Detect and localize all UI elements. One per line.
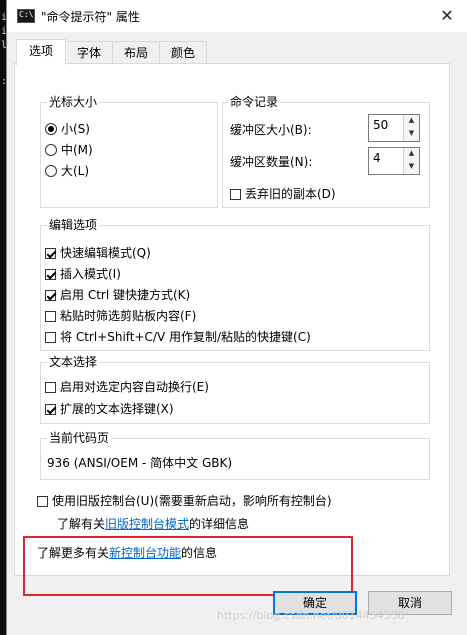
edit-options-title: 编辑选项	[47, 216, 100, 233]
checkbox-ctrl-shift-copy-paste[interactable]: 将 Ctrl+Shift+C/V 用作复制/粘贴的快捷键(C)	[45, 328, 311, 345]
buffer-count-value[interactable]: 4	[373, 151, 381, 165]
radio-cursor-large[interactable]: 大(L)	[45, 162, 89, 179]
console-app-icon: C:\	[17, 9, 35, 23]
learn-more-text: 了解更多有关新控制台功能的信息	[37, 546, 218, 560]
spin-down-icon[interactable]: ▼	[404, 161, 419, 174]
checkbox-discard-old[interactable]: 丢弃旧的副本(D)	[230, 185, 336, 202]
buffer-count-label: 缓冲区数量(N):	[230, 155, 313, 169]
spin-up-icon[interactable]: ▲	[404, 148, 419, 162]
new-console-features-link[interactable]: 新控制台功能	[109, 546, 181, 560]
checkbox-extended-selection[interactable]: 扩展的文本选择键(X)	[45, 400, 174, 417]
radio-cursor-small[interactable]: 小(S)	[45, 120, 90, 137]
tab-layout[interactable]: 布局	[112, 41, 160, 64]
codepage-value: 936 (ANSI/OEM - 简体中文 GBK)	[47, 456, 233, 470]
tab-font[interactable]: 字体	[65, 41, 113, 64]
title-bar[interactable]: C:\ "命令提示符" 属性 ✕	[7, 0, 467, 32]
spin-up-icon[interactable]: ▲	[404, 115, 419, 129]
properties-dialog: C:\ "命令提示符" 属性 ✕ 选项 字体 布局 颜色 光标大小 小(S) 中…	[6, 0, 467, 635]
window-title: "命令提示符" 属性	[41, 10, 140, 24]
checkbox-legacy-console[interactable]: 使用旧版控制台(U)(需要重新启动，影响所有控制台)	[37, 492, 332, 509]
buffer-count-stepper[interactable]: 4 ▲ ▼	[368, 147, 420, 175]
tab-options[interactable]: 选项	[16, 39, 66, 65]
command-history-title: 命令记录	[228, 93, 281, 110]
text-selection-title: 文本选择	[47, 353, 100, 370]
checkbox-indicator[interactable]	[45, 290, 56, 301]
checkbox-indicator[interactable]	[37, 496, 48, 507]
checkbox-selection-wrap[interactable]: 启用对选定内容自动换行(E)	[45, 378, 209, 395]
watermark-text: https://blog.csdn.net/u014454538	[217, 609, 405, 622]
radio-cursor-medium[interactable]: 中(M)	[45, 141, 93, 158]
legacy-info-text: 了解有关旧版控制台模式的详细信息	[57, 517, 250, 531]
buffer-size-label: 缓冲区大小(B):	[230, 123, 312, 137]
spin-down-icon[interactable]: ▼	[404, 128, 419, 141]
cursor-size-title: 光标大小	[47, 93, 100, 110]
checkbox-indicator[interactable]	[230, 189, 241, 200]
checkbox-indicator[interactable]	[45, 332, 56, 343]
checkbox-indicator[interactable]	[45, 382, 56, 393]
buffer-size-value[interactable]: 50	[373, 118, 388, 132]
checkbox-indicator[interactable]	[45, 311, 56, 322]
close-button[interactable]: ✕	[432, 2, 462, 30]
radio-indicator[interactable]	[45, 123, 57, 135]
radio-indicator[interactable]	[45, 144, 57, 156]
checkbox-insert-mode[interactable]: 插入模式(I)	[45, 265, 121, 282]
checkbox-ctrl-shortcuts[interactable]: 启用 Ctrl 键快捷方式(K)	[45, 286, 190, 303]
legacy-mode-link[interactable]: 旧版控制台模式	[105, 517, 189, 531]
tab-colors[interactable]: 颜色	[159, 41, 207, 64]
checkbox-indicator[interactable]	[45, 269, 56, 280]
codepage-title: 当前代码页	[47, 429, 112, 446]
buffer-size-stepper[interactable]: 50 ▲ ▼	[368, 114, 420, 142]
checkbox-indicator[interactable]	[45, 248, 56, 259]
options-tab-panel: 光标大小 小(S) 中(M) 大(L) 命令记录 缓冲区大小(B): 50 ▲ ▼…	[14, 63, 450, 596]
checkbox-indicator[interactable]	[45, 404, 56, 415]
checkbox-quick-edit[interactable]: 快速编辑模式(Q)	[45, 244, 151, 261]
checkbox-filter-clipboard[interactable]: 粘贴时筛选剪贴板内容(F)	[45, 307, 196, 324]
radio-indicator[interactable]	[45, 165, 57, 177]
